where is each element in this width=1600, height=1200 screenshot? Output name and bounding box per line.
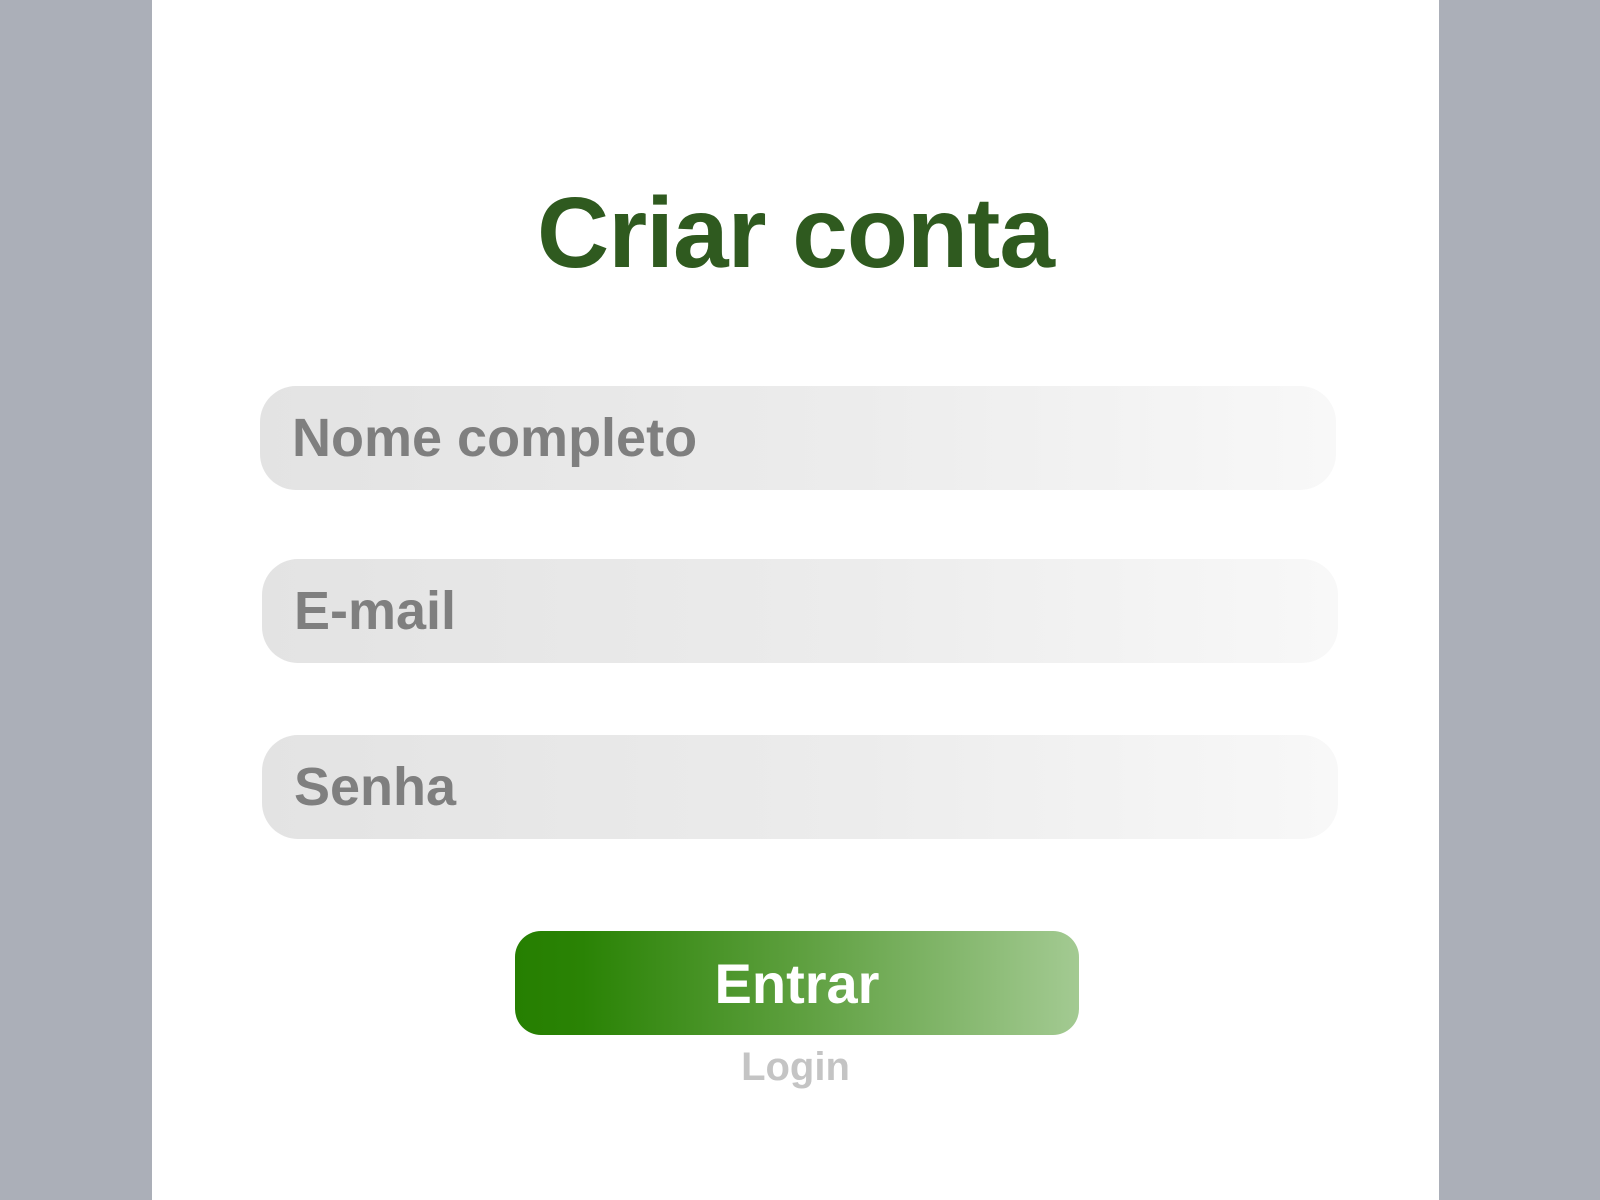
- full-name-input[interactable]: [260, 386, 1336, 490]
- password-input[interactable]: [262, 735, 1338, 839]
- page-title: Criar conta: [537, 177, 1055, 289]
- login-link-container: Login: [152, 1045, 1439, 1090]
- email-input[interactable]: [262, 559, 1338, 663]
- signup-panel: Criar conta Entrar Login: [152, 0, 1439, 1200]
- login-link[interactable]: Login: [741, 1045, 850, 1089]
- submit-button[interactable]: Entrar: [515, 931, 1079, 1035]
